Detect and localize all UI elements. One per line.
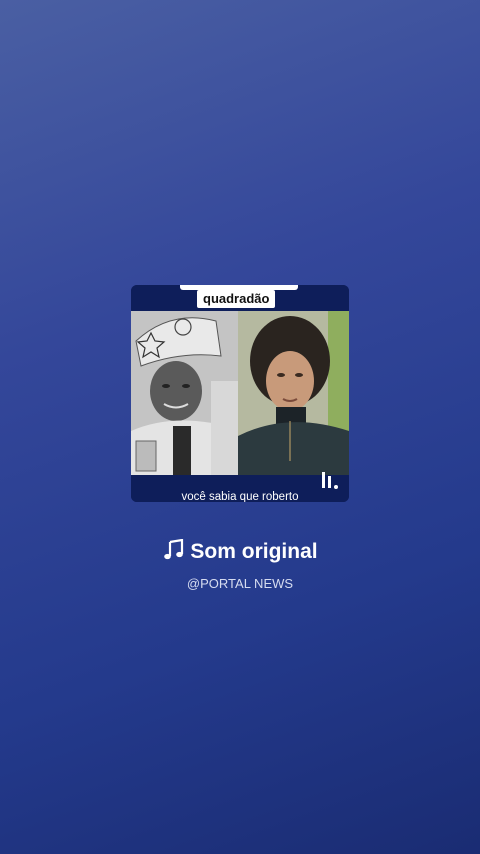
video-thumbnail-card[interactable]: quadradão você sabia que roberto xyxy=(131,285,349,502)
sound-title-text: Som original xyxy=(190,540,318,563)
sound-title: Som original xyxy=(0,539,480,565)
thumbnail-photo-right xyxy=(238,311,349,475)
thumbnail-caption-top: quadradão xyxy=(197,290,276,308)
music-note-icon xyxy=(164,539,184,560)
thumbnail-photo-left xyxy=(131,311,238,475)
pause-bars-logo-icon xyxy=(322,472,338,489)
thumbnail-caption-bottom: você sabia que roberto xyxy=(181,491,299,502)
sound-author[interactable]: @PORTAL NEWS xyxy=(0,576,480,592)
